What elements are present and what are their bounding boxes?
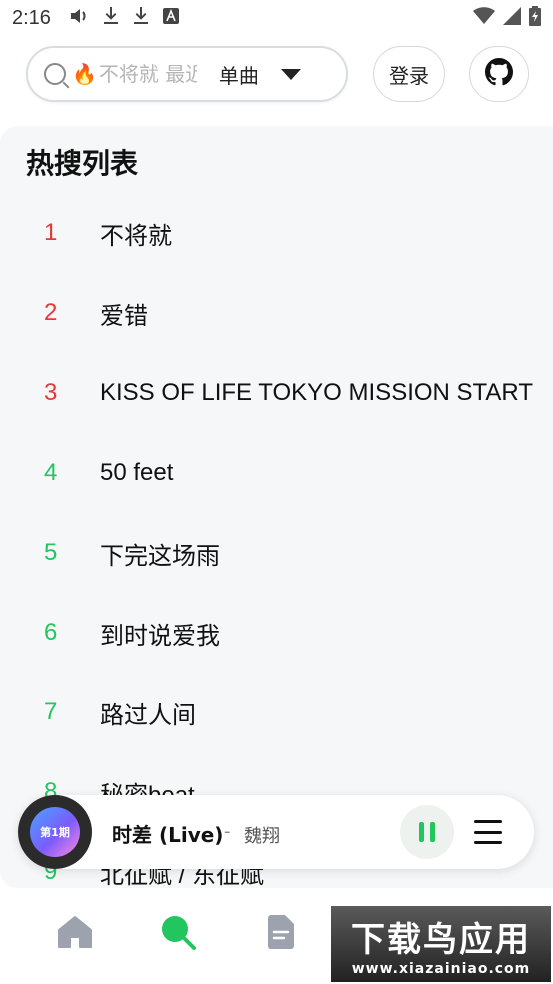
- song-name: 下完这场雨: [100, 542, 220, 570]
- player-separator: -: [224, 821, 231, 842]
- app-a-icon: [162, 7, 179, 29]
- list-item[interactable]: 6 到时说爱我: [0, 613, 553, 653]
- home-icon[interactable]: [53, 910, 97, 954]
- volume-icon: [69, 7, 89, 30]
- status-right: [473, 5, 541, 31]
- github-icon: [485, 58, 513, 90]
- github-button[interactable]: [469, 46, 529, 102]
- menu-icon-line: [474, 820, 502, 823]
- status-time: 2:16: [12, 6, 51, 29]
- watermark-title: 下载鸟应用: [351, 919, 531, 960]
- list-item[interactable]: 2 爱错: [0, 293, 553, 333]
- rank-number: 3: [44, 379, 58, 406]
- menu-icon-line: [474, 841, 502, 844]
- rank-number: 5: [44, 539, 58, 566]
- hot-list-panel: 热搜列表 1 不将就 2 爱错 3 KISS OF LIFE TOKYO MIS…: [0, 126, 553, 888]
- status-bar: 2:16: [0, 0, 553, 36]
- album-cover: 第1期: [30, 807, 80, 857]
- chevron-down-icon[interactable]: [280, 68, 301, 80]
- battery-charging-icon: [529, 5, 541, 31]
- rank-number: 6: [44, 619, 58, 646]
- rank-number: 1: [44, 219, 58, 246]
- document-icon[interactable]: [259, 910, 303, 954]
- download-icon: [133, 6, 149, 30]
- album-disc[interactable]: 第1期: [18, 795, 92, 869]
- hot-list-title: 热搜列表: [26, 147, 139, 180]
- watermark-logo: 下载鸟应用 www.xiazainiao.com: [331, 906, 551, 982]
- list-item[interactable]: 5 下完这场雨: [0, 533, 553, 573]
- wifi-icon: [473, 6, 495, 30]
- list-item[interactable]: 7 路过人间: [0, 692, 553, 732]
- list-item[interactable]: 4 50 feet: [0, 453, 553, 493]
- list-item[interactable]: 1 不将就: [0, 213, 553, 253]
- playlist-menu-button[interactable]: [474, 820, 502, 844]
- mini-player[interactable]: 第1期 时差 (Live) - 魏翔: [18, 795, 534, 869]
- song-name: 路过人间: [100, 701, 196, 729]
- menu-icon-line: [474, 830, 502, 834]
- song-name: 不将就: [100, 222, 172, 250]
- song-name: 到时说爱我: [100, 622, 220, 650]
- pause-icon-bar: [430, 822, 435, 842]
- download-icon: [103, 6, 119, 30]
- song-name: KISS OF LIFE TOKYO MISSION START: [100, 379, 533, 406]
- search-icon[interactable]: [156, 910, 200, 954]
- search-bar[interactable]: 🔥 单曲: [26, 46, 348, 102]
- flame-icon: 🔥: [72, 62, 97, 86]
- login-button[interactable]: 登录: [373, 46, 445, 102]
- rank-number: 4: [44, 459, 58, 486]
- watermark-url: www.xiazainiao.com: [351, 960, 531, 977]
- list-item[interactable]: 3 KISS OF LIFE TOKYO MISSION START: [0, 373, 553, 413]
- player-artist: 魏翔: [244, 826, 280, 847]
- pause-icon-bar: [419, 822, 424, 842]
- search-type-label[interactable]: 单曲: [219, 60, 259, 89]
- rank-number: 7: [44, 698, 58, 725]
- signal-icon: [503, 6, 521, 30]
- rank-number: 2: [44, 299, 58, 326]
- player-song-title: 时差 (Live): [112, 823, 224, 847]
- search-icon: [44, 63, 66, 85]
- song-name: 50 feet: [100, 459, 174, 486]
- search-input[interactable]: [98, 62, 197, 86]
- song-name: 爱错: [100, 302, 148, 330]
- pause-button[interactable]: [400, 805, 454, 859]
